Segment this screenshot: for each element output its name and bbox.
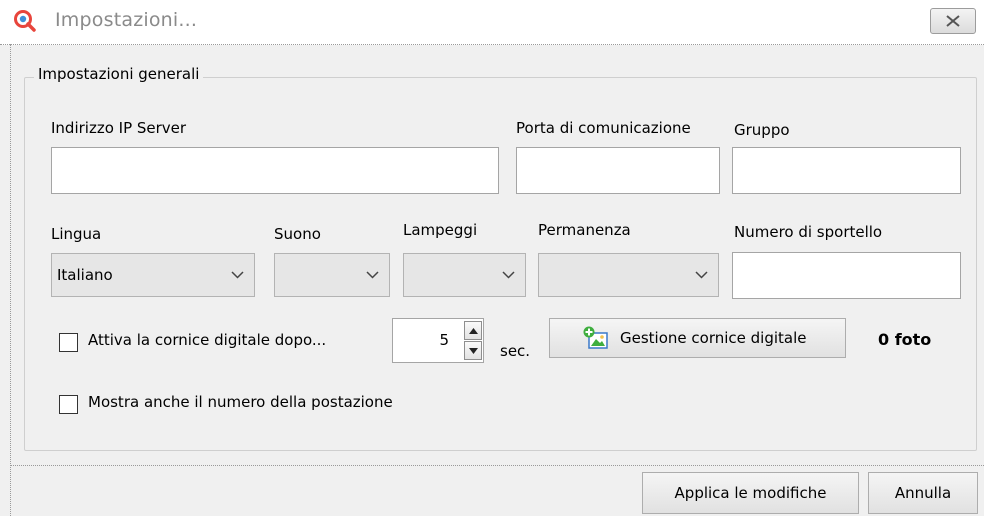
manage-digital-frame-label: Gestione cornice digitale (620, 329, 807, 347)
counter-number-input[interactable] (732, 252, 961, 299)
language-select[interactable]: Italiano (51, 253, 255, 297)
group-label: Gruppo (734, 121, 790, 139)
sound-label: Suono (274, 225, 321, 243)
digital-frame-checkbox[interactable] (59, 333, 78, 352)
chevron-down-icon (502, 271, 515, 279)
group-input[interactable] (732, 147, 961, 194)
delay-value: 5 (439, 331, 449, 349)
cancel-button[interactable]: Annulla (868, 472, 978, 514)
footer-separator (10, 465, 984, 466)
spin-down-button[interactable] (464, 341, 482, 360)
seconds-unit-label: sec. (500, 342, 531, 360)
photo-count: 0 foto (878, 330, 932, 349)
chevron-down-icon (366, 271, 379, 279)
server-ip-label: Indirizzo IP Server (51, 119, 187, 137)
language-value: Italiano (57, 266, 113, 284)
digital-frame-label: Attiva la cornice digitale dopo... (88, 331, 327, 349)
port-label: Porta di comunicazione (516, 119, 691, 137)
flash-label: Lampeggi (403, 221, 478, 239)
spin-up-button[interactable] (464, 321, 482, 340)
sound-select[interactable] (274, 253, 390, 297)
server-ip-input[interactable] (51, 147, 499, 194)
port-input[interactable] (516, 147, 720, 194)
manage-digital-frame-button[interactable]: Gestione cornice digitale (549, 318, 846, 358)
window-title: Impostazioni... (55, 9, 198, 31)
chevron-down-icon (231, 271, 244, 279)
app-magnifier-icon (13, 9, 37, 33)
chevron-down-icon (695, 271, 708, 279)
arrow-down-icon (469, 348, 478, 354)
language-label: Lingua (51, 225, 102, 243)
show-station-label: Mostra anche il numero della postazione (88, 393, 393, 411)
flash-select[interactable] (403, 253, 526, 297)
counter-number-label: Numero di sportello (734, 223, 883, 241)
close-icon (946, 15, 960, 27)
duration-label: Permanenza (538, 221, 631, 239)
apply-button[interactable]: Applica le modifiche (642, 472, 859, 514)
duration-select[interactable] (538, 253, 719, 297)
window-border (10, 44, 11, 516)
close-button[interactable] (930, 8, 976, 34)
arrow-up-icon (469, 328, 478, 334)
title-bar: Impostazioni... (0, 0, 984, 45)
show-station-checkbox[interactable] (59, 395, 78, 414)
picture-add-icon (583, 326, 609, 350)
group-title: Impostazioni generali (34, 65, 204, 83)
